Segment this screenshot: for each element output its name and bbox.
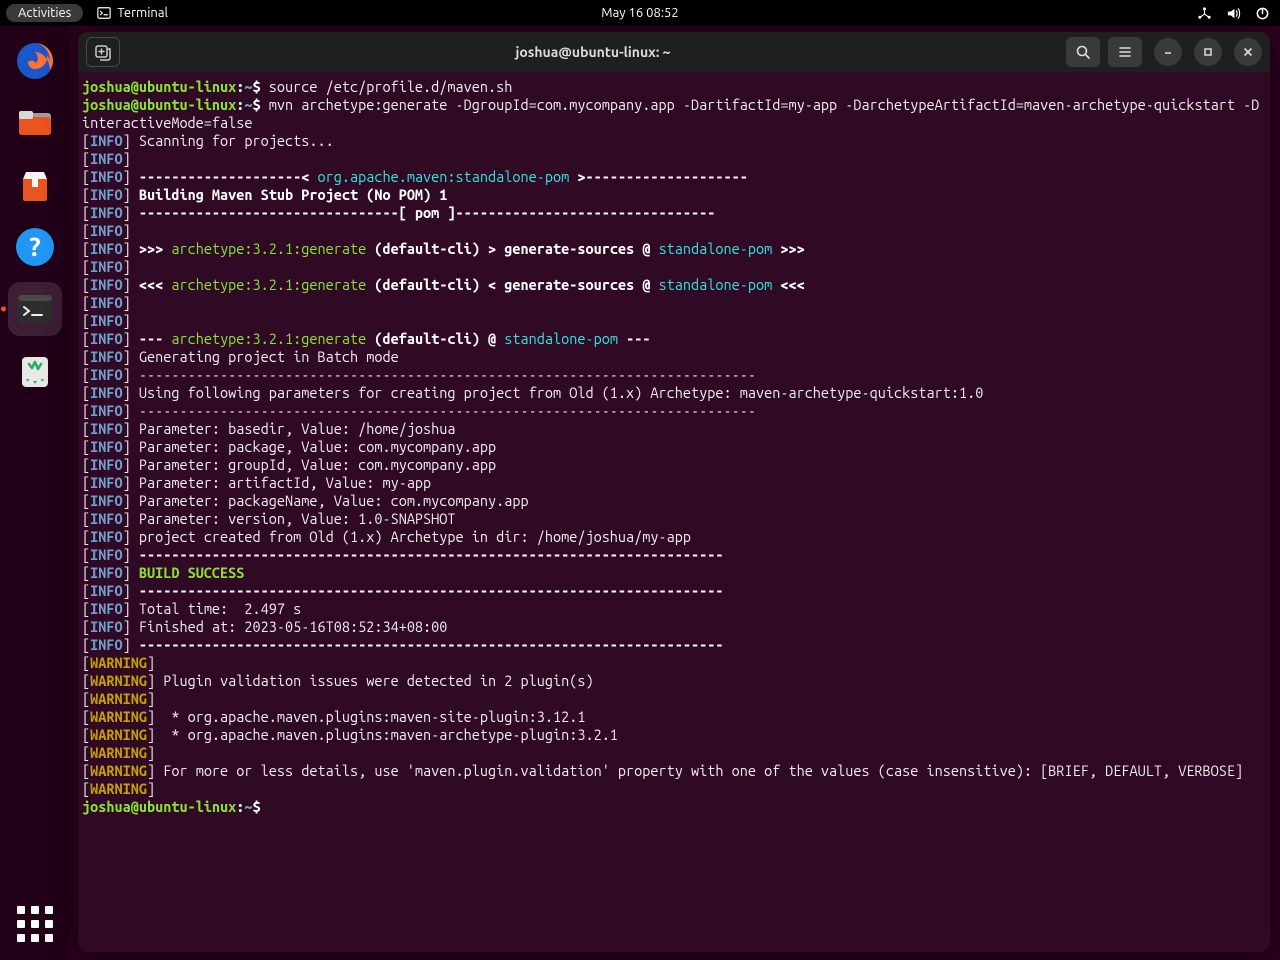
- app-menu-label: Terminal: [117, 6, 168, 20]
- minimize-button[interactable]: [1154, 38, 1182, 66]
- dock-help[interactable]: ?: [8, 220, 62, 274]
- gnome-topbar: Activities Terminal May 16 08:52: [0, 0, 1280, 26]
- app-menu[interactable]: Terminal: [97, 6, 168, 20]
- new-tab-button[interactable]: [86, 37, 120, 67]
- titlebar: joshua@ubuntu-linux: ~: [78, 32, 1270, 72]
- dock-trash[interactable]: [8, 344, 62, 398]
- dock-terminal[interactable]: [8, 282, 62, 336]
- dock-software[interactable]: [8, 158, 62, 212]
- window-title: joshua@ubuntu-linux: ~: [128, 44, 1058, 60]
- volume-icon[interactable]: [1226, 6, 1241, 21]
- terminal-output[interactable]: joshua@ubuntu-linux:~$ source /etc/profi…: [78, 72, 1270, 952]
- power-icon[interactable]: [1255, 6, 1270, 21]
- dock: ?: [0, 26, 70, 960]
- search-button[interactable]: [1066, 37, 1100, 67]
- maximize-button[interactable]: [1194, 38, 1222, 66]
- hamburger-button[interactable]: [1108, 37, 1142, 67]
- terminal-icon: [97, 6, 111, 20]
- network-icon[interactable]: [1197, 6, 1212, 21]
- close-button[interactable]: [1234, 38, 1262, 66]
- dock-files[interactable]: [8, 96, 62, 150]
- dock-firefox[interactable]: [8, 34, 62, 88]
- clock[interactable]: May 16 08:52: [601, 6, 678, 20]
- terminal-window: joshua@ubuntu-linux: ~ joshua@ubuntu-lin…: [78, 32, 1270, 952]
- show-apps-button[interactable]: [17, 906, 53, 942]
- svg-text:?: ?: [29, 232, 40, 261]
- activities-button[interactable]: Activities: [6, 4, 83, 22]
